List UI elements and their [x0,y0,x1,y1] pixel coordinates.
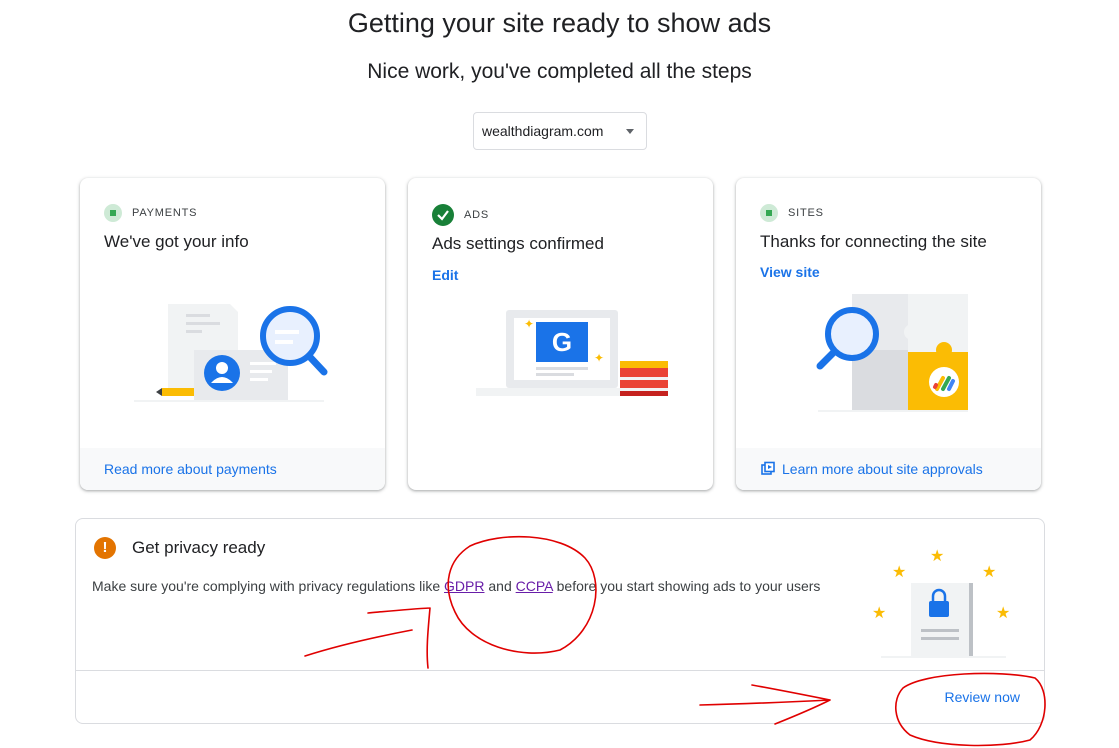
privacy-title: Get privacy ready [132,538,266,557]
sites-heading: Thanks for connecting the site [760,232,987,251]
page-subtitle: Nice work, you've completed all the step… [367,60,752,83]
edit-ads-link[interactable]: Edit [432,267,458,283]
privacy-description: Make sure you're complying with privacy … [92,578,820,594]
warning-icon: ! [94,537,116,559]
svg-text:★: ★ [996,605,1010,622]
ads-heading: Ads settings confirmed [432,234,604,253]
ccpa-link[interactable]: CCPA [516,578,553,594]
privacy-desc-after: before you start showing ads to your use… [552,578,821,594]
status-dot-icon [104,204,122,222]
read-more-payments-link[interactable]: Read more about payments [104,461,277,477]
sites-card: SITES Thanks for connecting the site Vie… [736,178,1041,490]
ads-card: ADS Ads settings confirmed Edit G ✦ ✦ [408,178,713,490]
learn-more-site-approvals-link[interactable]: Learn more about site approvals [760,461,983,477]
site-selector-value: wealthdiagram.com [482,123,604,139]
privacy-desc-and: and [484,578,516,594]
gdpr-link[interactable]: GDPR [444,578,484,594]
ads-label: ADS [464,209,490,221]
sites-label: SITES [788,207,824,219]
svg-text:★: ★ [892,564,906,581]
view-site-link[interactable]: View site [760,264,820,280]
privacy-desc-before: Make sure you're complying with privacy … [92,578,445,594]
svg-text:★: ★ [930,548,944,565]
open-in-new-icon [761,461,775,475]
svg-text:✦: ✦ [524,317,534,331]
privacy-section: ! Get privacy ready Make sure you're com… [75,518,1045,724]
svg-text:✦: ✦ [594,351,604,365]
payments-card: PAYMENTS We've got your info Read more a… [80,178,385,490]
svg-text:★: ★ [872,605,886,622]
ads-illustration-letter: G [552,327,572,357]
learn-more-site-approvals-label: Learn more about site approvals [782,461,983,477]
status-dot-icon [760,204,778,222]
site-selector-dropdown[interactable]: wealthdiagram.com [473,112,647,150]
payments-illustration [130,296,330,411]
sites-illustration [814,292,974,419]
payments-label: PAYMENTS [132,207,198,219]
page-title: Getting your site ready to show ads [347,8,772,38]
ads-illustration: G ✦ ✦ [456,302,676,407]
chevron-down-icon [626,128,634,134]
review-now-button[interactable]: Review now [945,689,1020,705]
svg-text:★: ★ [982,564,996,581]
check-circle-icon [432,204,454,226]
privacy-illustration: ★ ★ ★ ★ ★ [871,541,1021,666]
payments-heading: We've got your info [104,232,249,251]
privacy-divider [76,670,1044,671]
